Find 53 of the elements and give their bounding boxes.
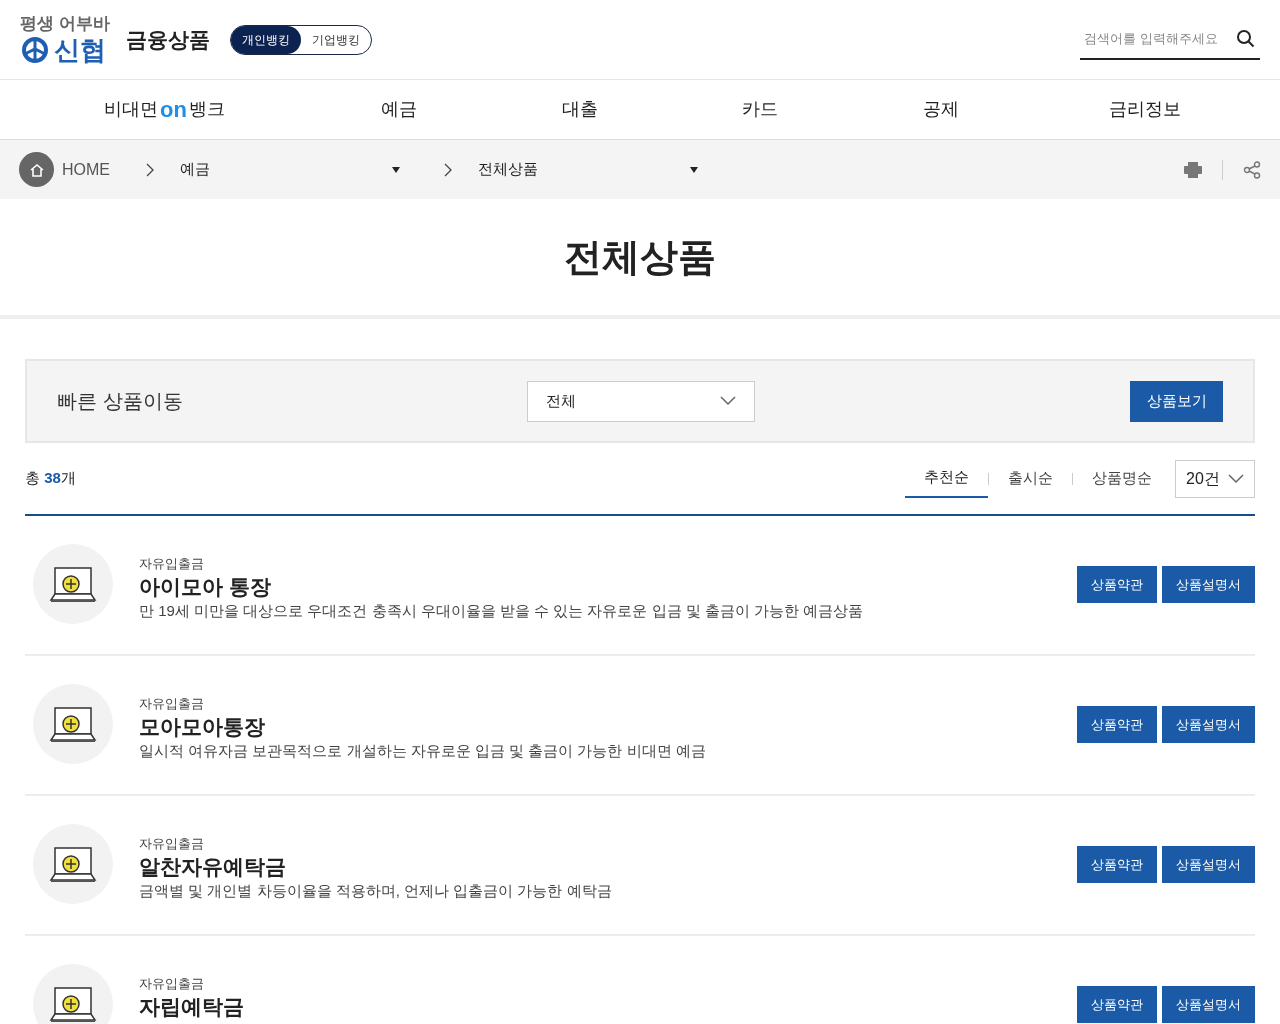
breadcrumb-dropdown[interactable]: 예금	[180, 158, 400, 181]
emblem-icon	[20, 36, 50, 64]
page-title: 전체상품	[564, 234, 716, 280]
banking-tab[interactable]: 개인뱅킹	[230, 25, 301, 54]
caret-icon	[392, 166, 400, 173]
slogan: 평생 어부바	[20, 15, 110, 32]
quick-move-label: 빠른 상품이동	[57, 389, 184, 414]
chevron-right-icon	[444, 162, 452, 177]
document-button[interactable]: 상품설명서	[1162, 986, 1255, 1023]
nav-link[interactable]: 카드	[669, 96, 851, 123]
site-title: 금융상품	[125, 26, 210, 53]
nav-link[interactable]: 대출	[489, 96, 670, 123]
product-description: 만 19세 미만을 대상으로 우대조건 충족시 우대이율을 받을 수 있는 자유로운 입금 및 출금이 가능한 예금상품	[139, 600, 864, 621]
sort-tab[interactable]: 상품명순	[1073, 459, 1171, 498]
product-description: 일시적 여유자금 보관목적으로 개설하는 자유로운 입금 및 출금이 가능한 비대면 예금	[139, 740, 706, 761]
share-icon[interactable]	[1243, 160, 1261, 179]
total-count: 총 38개	[25, 468, 76, 489]
product-category: 자유입출금	[139, 695, 205, 713]
chevron-down-icon	[1228, 473, 1244, 484]
product-name[interactable]: 아이모아 통장	[139, 573, 864, 600]
nav-link[interactable]: 공제	[850, 96, 1031, 123]
caret-icon	[690, 166, 698, 173]
document-button[interactable]: 상품약관	[1077, 846, 1157, 883]
product-category: 자유입출금	[139, 835, 205, 853]
sort-tab[interactable]: 출시순	[989, 459, 1072, 498]
logo-text[interactable]: 신협	[54, 37, 106, 63]
chevron-down-icon	[720, 396, 736, 406]
chevron-right-icon	[146, 162, 154, 177]
document-button[interactable]: 상품약관	[1077, 986, 1157, 1023]
home-icon[interactable]	[19, 152, 54, 187]
product-description: 금액별 및 개인별 차등이율을 적용하며, 언제나 입출금이 가능한 예탁금	[139, 880, 612, 901]
document-button[interactable]: 상품약관	[1077, 706, 1157, 743]
product-name[interactable]: 자립예탁금	[139, 993, 244, 1020]
banking-tab[interactable]: 기업뱅킹	[300, 25, 371, 54]
breadcrumb-home[interactable]: HOME	[62, 157, 142, 182]
product-name[interactable]: 알찬자유예탁금	[139, 853, 612, 880]
product-category: 자유입출금	[139, 975, 205, 993]
nav-link[interactable]: 예금	[309, 96, 490, 123]
page-size-select[interactable]: 20건	[1175, 459, 1255, 498]
nav-link[interactable]: 비대면 on 뱅크	[20, 96, 310, 123]
product-category: 자유입출금	[139, 555, 205, 573]
document-button[interactable]: 상품약관	[1077, 566, 1157, 603]
sort-tab[interactable]: 추천순	[905, 459, 988, 498]
document-button[interactable]: 상품설명서	[1162, 846, 1255, 883]
nav-link[interactable]: 금리정보	[1030, 96, 1260, 123]
breadcrumb-dropdown[interactable]: 전체상품	[478, 158, 698, 181]
search-field[interactable]: 검색어를 입력해주세요	[1080, 28, 1236, 49]
view-product-button[interactable]: 상품보기	[1130, 380, 1223, 422]
document-button[interactable]: 상품설명서	[1162, 566, 1255, 603]
search-icon[interactable]	[1236, 28, 1256, 49]
product-name[interactable]: 모아모아통장	[139, 713, 706, 740]
product-select[interactable]: 전체	[527, 380, 755, 422]
document-button[interactable]: 상품설명서	[1162, 706, 1255, 743]
